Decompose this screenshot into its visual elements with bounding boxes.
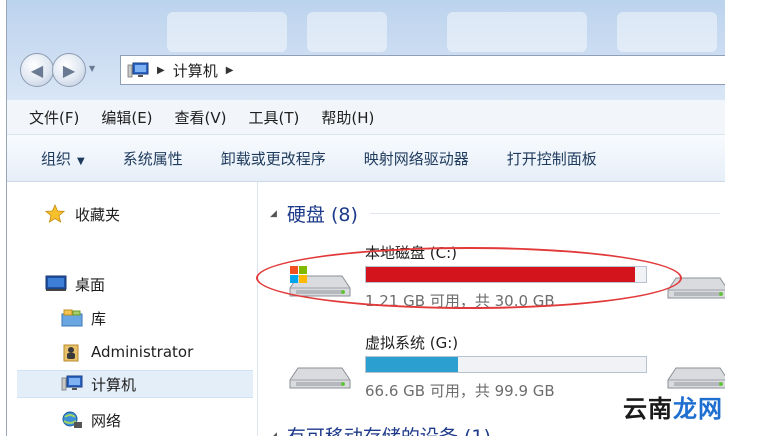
watermark-text: 云南 [623, 395, 673, 423]
nav-label: 库 [91, 309, 107, 328]
organize-button[interactable]: 组织 ▼ [41, 148, 85, 169]
breadcrumb-chevron-icon[interactable]: ▶ [157, 65, 165, 76]
menu-bar: 文件(F) 编辑(E) 查看(V) 工具(T) 帮助(H) [7, 100, 725, 135]
desktop-icon [45, 274, 67, 294]
drive-space-info: 66.6 GB 可用，共 99.9 GB [365, 382, 555, 400]
map-network-drive-button[interactable]: 映射网络驱动器 [364, 148, 469, 169]
drive-label: 虚拟系统 (G:) [365, 334, 459, 352]
watermark-text: 龙网 [673, 395, 723, 423]
hard-drive-icon [288, 354, 352, 394]
nav-item-library[interactable]: 库 [61, 304, 106, 332]
arrow-left-icon: ◀ [30, 60, 44, 80]
nav-item-administrator[interactable]: Administrator [61, 338, 193, 366]
organize-label: 组织 [41, 149, 72, 168]
library-icon [61, 308, 83, 328]
group-header-removable[interactable]: ◢ 有可移动存储的设备 (1) [270, 422, 720, 436]
watermark: 云南龙网 [623, 389, 723, 424]
nav-item-computer[interactable]: 计算机 [17, 370, 253, 398]
collapse-triangle-icon[interactable]: ◢ [270, 431, 277, 436]
open-control-panel-button[interactable]: 打开控制面板 [507, 148, 597, 169]
nav-label: 桌面 [75, 275, 106, 294]
blurred-tab [447, 12, 587, 52]
drive-usage-bar [365, 356, 647, 373]
network-globe-icon [61, 410, 83, 430]
menu-tools[interactable]: 工具(T) [249, 107, 300, 128]
group-title: 有可移动存储的设备 (1) [287, 422, 491, 436]
blurred-tab [307, 12, 387, 52]
forward-button[interactable]: ▶ [52, 53, 86, 87]
annotation-ellipse [256, 247, 682, 309]
title-bar: ◀ ▶ ▼ ▶ 计算机 ▶ [7, 0, 725, 100]
nav-label: 计算机 [91, 375, 137, 394]
nav-item-favorites[interactable]: 收藏夹 [44, 200, 121, 228]
recent-pages-dropdown[interactable]: ▼ [89, 64, 95, 73]
blurred-tab [167, 12, 287, 52]
nav-item-network[interactable]: 网络 [61, 406, 121, 434]
group-divider [369, 213, 720, 214]
navigation-pane: 收藏夹 桌面 库 Administrator 计算机 网络 [7, 182, 258, 436]
breadcrumb-computer[interactable]: 计算机 [173, 60, 218, 81]
address-bar[interactable]: ▶ 计算机 ▶ [120, 55, 725, 85]
explorer-window: ◀ ▶ ▼ ▶ 计算机 ▶ 文件(F) 编辑(E) 查看(V) 工具(T) 帮助… [6, 0, 725, 436]
group-header-hard-disks[interactable]: ◢ 硬盘 (8) [270, 200, 720, 227]
nav-label: Administrator [91, 343, 194, 361]
menu-file[interactable]: 文件(F) [29, 107, 79, 128]
hard-drive-icon [666, 354, 725, 394]
uninstall-program-button[interactable]: 卸载或更改程序 [221, 148, 326, 169]
arrow-right-icon: ▶ [62, 60, 76, 80]
command-bar: 组织 ▼ 系统属性 卸载或更改程序 映射网络驱动器 打开控制面板 [7, 135, 725, 182]
nav-label: 网络 [91, 411, 122, 430]
menu-edit[interactable]: 编辑(E) [101, 107, 152, 128]
system-properties-button[interactable]: 系统属性 [123, 148, 183, 169]
nav-item-desktop[interactable]: 桌面 [45, 270, 105, 298]
nav-label: 收藏夹 [75, 205, 121, 224]
computer-icon [127, 61, 149, 79]
group-title: 硬盘 (8) [286, 204, 358, 226]
back-button[interactable]: ◀ [20, 53, 54, 87]
computer-icon [61, 374, 83, 394]
chevron-down-icon: ▼ [77, 155, 85, 167]
drive-usage-fill [366, 357, 459, 372]
breadcrumb-chevron-icon[interactable]: ▶ [226, 65, 234, 76]
blurred-tab [617, 12, 717, 52]
user-folder-icon [61, 342, 83, 362]
star-icon [44, 203, 67, 224]
collapse-triangle-icon[interactable]: ◢ [270, 209, 277, 219]
menu-view[interactable]: 查看(V) [175, 107, 227, 128]
menu-help[interactable]: 帮助(H) [321, 107, 374, 128]
